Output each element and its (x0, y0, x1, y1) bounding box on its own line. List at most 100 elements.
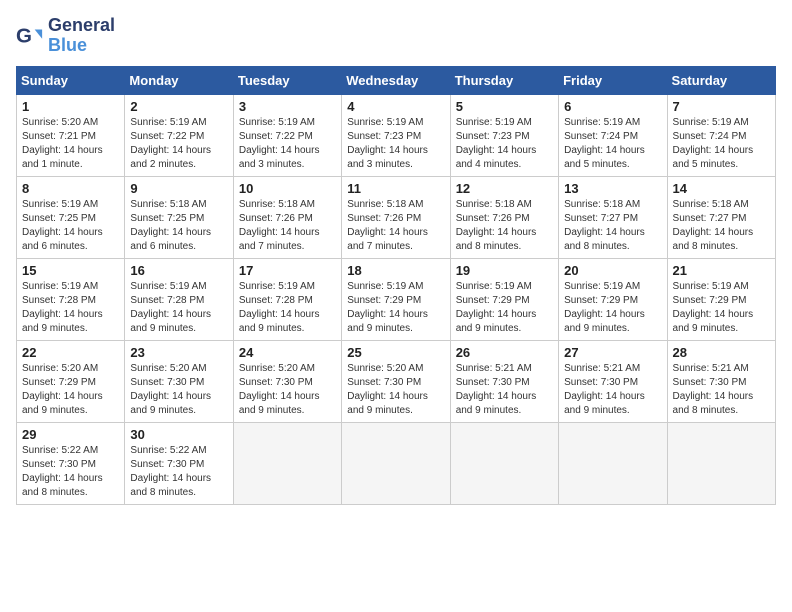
day-cell: 18 Sunrise: 5:19 AMSunset: 7:29 PMDayligh… (342, 258, 450, 340)
day-cell: 9 Sunrise: 5:18 AMSunset: 7:25 PMDaylight… (125, 176, 233, 258)
day-cell: 12 Sunrise: 5:18 AMSunset: 7:26 PMDayligh… (450, 176, 558, 258)
day-info: Sunrise: 5:19 AMSunset: 7:24 PMDaylight:… (673, 116, 770, 172)
day-cell: 19 Sunrise: 5:19 AMSunset: 7:29 PMDayligh… (450, 258, 558, 340)
day-cell: 23Sunrise: 5:20 AMSunset: 7:30 PMDayligh… (125, 340, 233, 422)
day-cell: 16 Sunrise: 5:19 AMSunset: 7:28 PMDayligh… (125, 258, 233, 340)
day-info: Sunrise: 5:19 AMSunset: 7:24 PMDaylight:… (564, 116, 661, 172)
day-number: 16 (130, 263, 227, 278)
day-cell: 22 Sunrise: 5:20 AMSunset: 7:29 PMDayligh… (17, 340, 125, 422)
day-info: Sunrise: 5:19 AMSunset: 7:22 PMDaylight:… (239, 116, 336, 172)
day-number: 17 (239, 263, 336, 278)
day-cell: 3 Sunrise: 5:19 AMSunset: 7:22 PMDaylight… (233, 94, 341, 176)
day-number: 22 (22, 345, 119, 360)
day-info: Sunrise: 5:19 AMSunset: 7:29 PMDaylight:… (564, 280, 661, 336)
day-info: Sunrise: 5:20 AMSunset: 7:30 PMDaylight:… (239, 362, 336, 418)
day-header-tuesday: Tuesday (233, 66, 341, 94)
day-cell: 20 Sunrise: 5:19 AMSunset: 7:29 PMDayligh… (559, 258, 667, 340)
week-row-3: 15 Sunrise: 5:19 AMSunset: 7:28 PMDayligh… (17, 258, 776, 340)
day-number: 19 (456, 263, 553, 278)
day-number: 28 (673, 345, 770, 360)
day-number: 6 (564, 99, 661, 114)
day-cell (450, 422, 558, 504)
day-info: Sunrise: 5:21 AMSunset: 7:30 PMDaylight:… (456, 362, 553, 418)
day-number: 29 (22, 427, 119, 442)
day-cell: 26Sunrise: 5:21 AMSunset: 7:30 PMDayligh… (450, 340, 558, 422)
day-number: 2 (130, 99, 227, 114)
day-number: 7 (673, 99, 770, 114)
day-cell: 14 Sunrise: 5:18 AMSunset: 7:27 PMDayligh… (667, 176, 775, 258)
day-info: Sunrise: 5:18 AMSunset: 7:26 PMDaylight:… (456, 198, 553, 254)
day-cell: 6 Sunrise: 5:19 AMSunset: 7:24 PMDaylight… (559, 94, 667, 176)
day-number: 12 (456, 181, 553, 196)
day-number: 20 (564, 263, 661, 278)
day-info: Sunrise: 5:18 AMSunset: 7:26 PMDaylight:… (347, 198, 444, 254)
day-number: 14 (673, 181, 770, 196)
day-info: Sunrise: 5:19 AMSunset: 7:29 PMDaylight:… (673, 280, 770, 336)
day-info: Sunrise: 5:19 AMSunset: 7:23 PMDaylight:… (456, 116, 553, 172)
day-cell: 17 Sunrise: 5:19 AMSunset: 7:28 PMDayligh… (233, 258, 341, 340)
day-cell: 10 Sunrise: 5:18 AMSunset: 7:26 PMDayligh… (233, 176, 341, 258)
day-number: 8 (22, 181, 119, 196)
day-cell: 30 Sunrise: 5:22 AMSunset: 7:30 PMDayligh… (125, 422, 233, 504)
header: G General Blue (16, 16, 776, 56)
day-number: 24 (239, 345, 336, 360)
day-number: 21 (673, 263, 770, 278)
week-row-1: 1Sunrise: 5:20 AMSunset: 7:21 PMDaylight… (17, 94, 776, 176)
day-number: 27 (564, 345, 661, 360)
day-info: Sunrise: 5:22 AMSunset: 7:30 PMDaylight:… (22, 444, 119, 500)
day-number: 3 (239, 99, 336, 114)
svg-text:G: G (16, 24, 32, 47)
day-cell: 4Sunrise: 5:19 AMSunset: 7:23 PMDaylight… (342, 94, 450, 176)
day-info: Sunrise: 5:19 AMSunset: 7:22 PMDaylight:… (130, 116, 227, 172)
day-number: 13 (564, 181, 661, 196)
day-cell (559, 422, 667, 504)
day-number: 30 (130, 427, 227, 442)
day-cell: 29 Sunrise: 5:22 AMSunset: 7:30 PMDayligh… (17, 422, 125, 504)
day-cell: 15 Sunrise: 5:19 AMSunset: 7:28 PMDayligh… (17, 258, 125, 340)
day-info: Sunrise: 5:19 AMSunset: 7:29 PMDaylight:… (456, 280, 553, 336)
week-row-2: 8Sunrise: 5:19 AMSunset: 7:25 PMDaylight… (17, 176, 776, 258)
calendar-table: SundayMondayTuesdayWednesdayThursdayFrid… (16, 66, 776, 505)
day-info: Sunrise: 5:20 AMSunset: 7:30 PMDaylight:… (347, 362, 444, 418)
day-number: 15 (22, 263, 119, 278)
day-header-monday: Monday (125, 66, 233, 94)
day-number: 23 (130, 345, 227, 360)
day-cell: 21 Sunrise: 5:19 AMSunset: 7:29 PMDayligh… (667, 258, 775, 340)
day-info: Sunrise: 5:19 AMSunset: 7:28 PMDaylight:… (22, 280, 119, 336)
day-info: Sunrise: 5:22 AMSunset: 7:30 PMDaylight:… (130, 444, 227, 500)
day-info: Sunrise: 5:18 AMSunset: 7:27 PMDaylight:… (673, 198, 770, 254)
day-info: Sunrise: 5:19 AMSunset: 7:28 PMDaylight:… (239, 280, 336, 336)
day-cell: 2 Sunrise: 5:19 AMSunset: 7:22 PMDaylight… (125, 94, 233, 176)
day-info: Sunrise: 5:20 AMSunset: 7:29 PMDaylight:… (22, 362, 119, 418)
day-header-wednesday: Wednesday (342, 66, 450, 94)
day-info: Sunrise: 5:19 AMSunset: 7:28 PMDaylight:… (130, 280, 227, 336)
day-info: Sunrise: 5:18 AMSunset: 7:27 PMDaylight:… (564, 198, 661, 254)
day-number: 1 (22, 99, 119, 114)
logo-text: General Blue (48, 16, 115, 56)
day-cell: 13 Sunrise: 5:18 AMSunset: 7:27 PMDayligh… (559, 176, 667, 258)
day-cell: 8Sunrise: 5:19 AMSunset: 7:25 PMDaylight… (17, 176, 125, 258)
day-info: Sunrise: 5:19 AMSunset: 7:29 PMDaylight:… (347, 280, 444, 336)
day-cell: 7 Sunrise: 5:19 AMSunset: 7:24 PMDaylight… (667, 94, 775, 176)
day-cell (342, 422, 450, 504)
day-number: 25 (347, 345, 444, 360)
day-header-sunday: Sunday (17, 66, 125, 94)
day-cell: 1Sunrise: 5:20 AMSunset: 7:21 PMDaylight… (17, 94, 125, 176)
day-number: 18 (347, 263, 444, 278)
day-header-thursday: Thursday (450, 66, 558, 94)
week-row-5: 29 Sunrise: 5:22 AMSunset: 7:30 PMDayligh… (17, 422, 776, 504)
day-info: Sunrise: 5:21 AMSunset: 7:30 PMDaylight:… (673, 362, 770, 418)
day-number: 9 (130, 181, 227, 196)
day-cell (667, 422, 775, 504)
day-number: 10 (239, 181, 336, 196)
day-header-friday: Friday (559, 66, 667, 94)
logo-icon: G (16, 22, 44, 50)
day-info: Sunrise: 5:21 AMSunset: 7:30 PMDaylight:… (564, 362, 661, 418)
day-number: 4 (347, 99, 444, 114)
day-header-saturday: Saturday (667, 66, 775, 94)
header-row: SundayMondayTuesdayWednesdayThursdayFrid… (17, 66, 776, 94)
day-number: 11 (347, 181, 444, 196)
day-info: Sunrise: 5:18 AMSunset: 7:25 PMDaylight:… (130, 198, 227, 254)
day-info: Sunrise: 5:18 AMSunset: 7:26 PMDaylight:… (239, 198, 336, 254)
day-cell (233, 422, 341, 504)
